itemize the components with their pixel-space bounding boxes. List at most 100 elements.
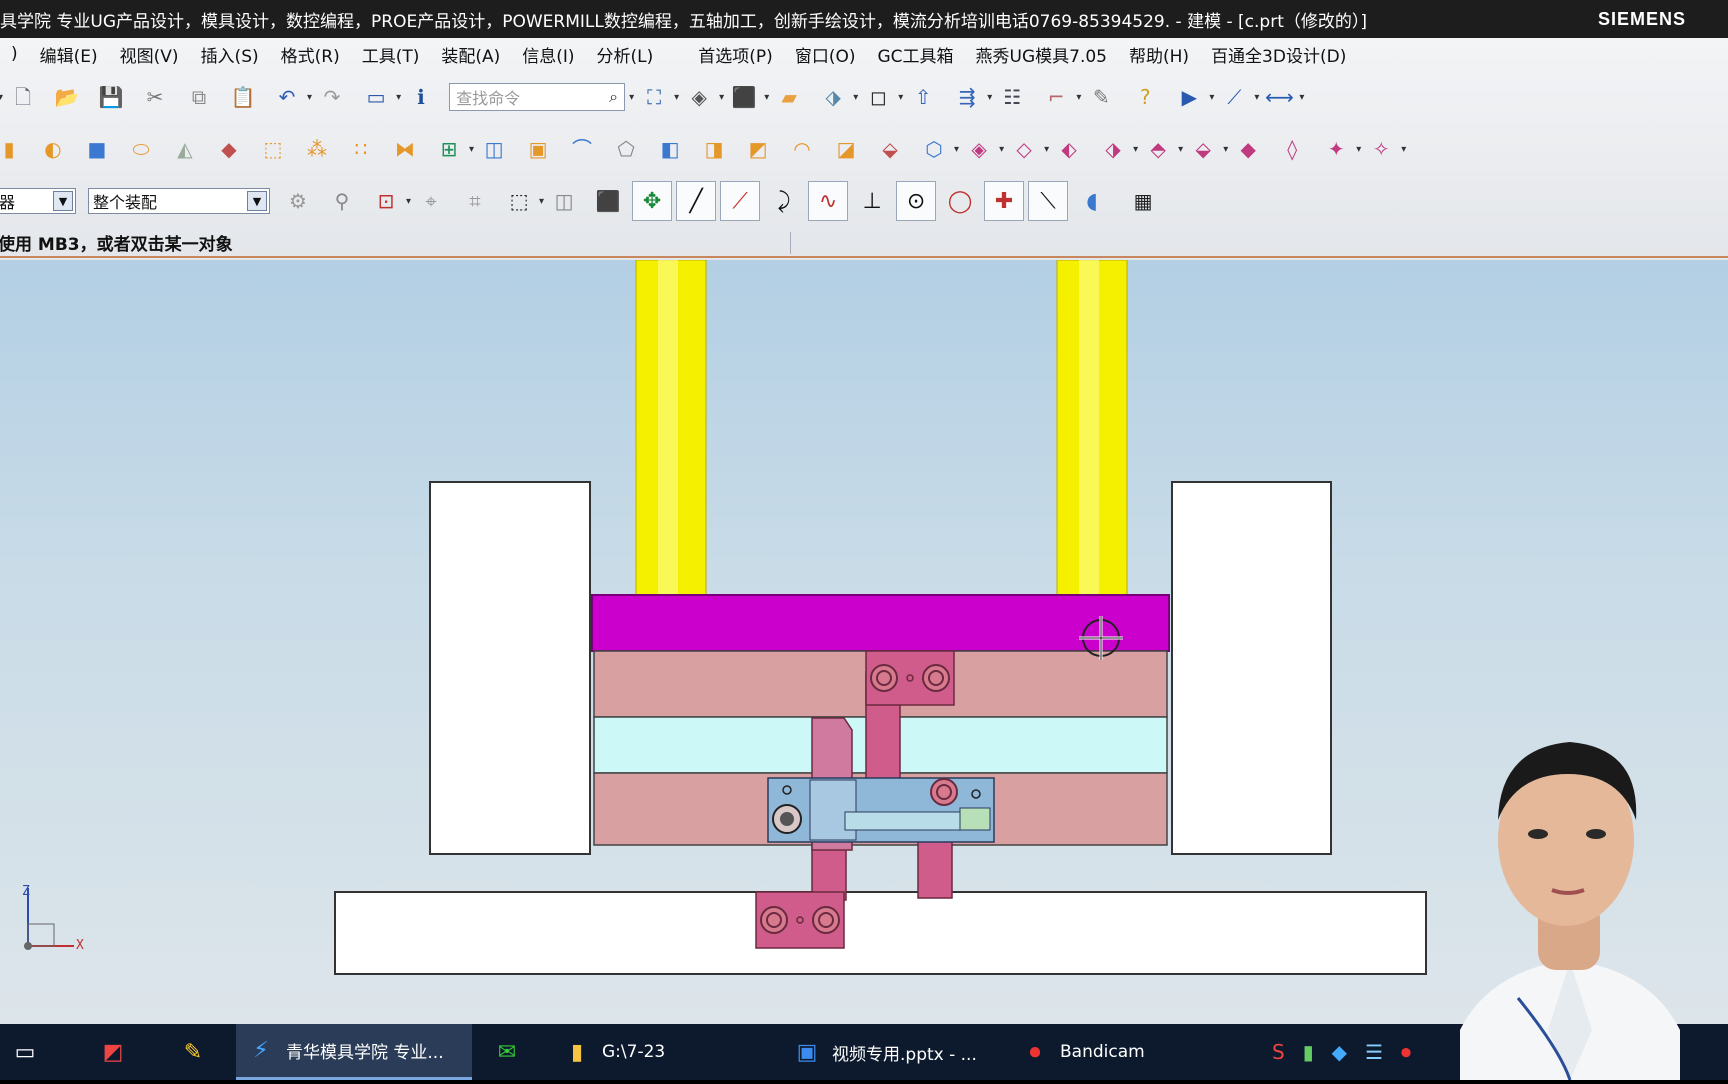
mold-insert-icon[interactable]: ⬗ bbox=[1098, 134, 1128, 164]
taskbar-folder[interactable]: ▮ G:\7-23 bbox=[552, 1024, 782, 1080]
mold-base-icon[interactable]: ⬘ bbox=[1143, 134, 1173, 164]
caret-icon[interactable]: ▾ bbox=[0, 92, 3, 103]
mold-ejector-icon[interactable]: ⬙ bbox=[1188, 134, 1218, 164]
menu-format[interactable]: 格式(R) bbox=[270, 42, 351, 67]
chevron-down-icon[interactable]: ▼ bbox=[53, 191, 73, 211]
mold-cooling-icon[interactable]: ◆ bbox=[1233, 134, 1263, 164]
mold-part-icon[interactable]: ◇ bbox=[1009, 134, 1039, 164]
mold-dropdown-1-icon[interactable]: ▾ bbox=[999, 144, 1004, 155]
sogou-icon[interactable]: S bbox=[1272, 1040, 1285, 1064]
orient-dropdown-icon[interactable]: ▾ bbox=[719, 92, 724, 103]
taskbar-wechat[interactable]: ✉ bbox=[482, 1024, 542, 1080]
mold-slider-icon[interactable]: ⬖ bbox=[1054, 134, 1084, 164]
undo-icon[interactable]: ↶ bbox=[272, 82, 302, 112]
mold-dropdown-2-icon[interactable]: ▾ bbox=[1044, 144, 1049, 155]
snap-line-button[interactable]: ╱ bbox=[676, 181, 717, 221]
shaded-view-icon[interactable]: ⬛ bbox=[593, 186, 623, 216]
rectangle-select-icon[interactable]: ⬚ bbox=[504, 186, 534, 216]
mold-misc-icon[interactable]: ✧ bbox=[1366, 134, 1396, 164]
assembly-filter-icon[interactable]: ⚙ bbox=[283, 186, 313, 216]
snap-endpoint-button[interactable]: ✥ bbox=[632, 181, 673, 221]
cylinder-icon[interactable]: ⬭ bbox=[126, 134, 156, 164]
shell-icon[interactable]: ▣ bbox=[523, 134, 553, 164]
menu-preferences[interactable]: 首选项(P) bbox=[687, 42, 784, 67]
datum-dropdown-icon[interactable]: ▾ bbox=[469, 144, 474, 155]
mirror-feature-icon[interactable]: ⧓ bbox=[390, 134, 420, 164]
rectangle-dropdown-icon[interactable]: ▾ bbox=[539, 196, 544, 207]
info-icon[interactable]: ℹ bbox=[406, 82, 436, 112]
snap-midpoint-button[interactable]: ⟋ bbox=[720, 181, 761, 221]
measure-angle-icon[interactable]: ⟋ bbox=[1219, 82, 1249, 112]
cut-icon[interactable]: ✂ bbox=[140, 82, 170, 112]
shaded-cube-icon[interactable]: ⬛ bbox=[729, 82, 759, 112]
taskbar-nx-window[interactable]: ⚡ 青华模具学院 专业... bbox=[236, 1024, 472, 1080]
orient-view-icon[interactable]: ◈ bbox=[684, 82, 714, 112]
chamfer-icon[interactable]: ⬠ bbox=[611, 134, 641, 164]
revolve-icon[interactable]: ◐ bbox=[38, 134, 68, 164]
grid-icon[interactable]: ▦ bbox=[1128, 186, 1158, 216]
section-dropdown-icon[interactable]: ▾ bbox=[853, 92, 858, 103]
wrench-icon[interactable]: ✎ bbox=[1086, 82, 1116, 112]
move-component-icon[interactable]: ⇧ bbox=[908, 82, 938, 112]
menu-file[interactable]: ) bbox=[0, 44, 29, 64]
mold-wizard-icon[interactable]: ◈ bbox=[964, 134, 994, 164]
start-application-icon[interactable]: ▭ bbox=[361, 82, 391, 112]
color-swatch-icon[interactable]: ◻ bbox=[863, 82, 893, 112]
datum-plane-icon[interactable]: ⊞ bbox=[434, 134, 464, 164]
taskbar-powerpoint[interactable]: ▣ 视频专用.pptx - ... bbox=[782, 1024, 1002, 1080]
show-desktop-button[interactable]: ▭ bbox=[0, 1024, 60, 1080]
fit-dropdown-icon[interactable]: ▾ bbox=[674, 92, 679, 103]
constraint-dropdown-icon[interactable]: ▾ bbox=[987, 92, 992, 103]
fit-view-icon[interactable]: ⛶ bbox=[639, 82, 669, 112]
play-icon[interactable]: ▶ bbox=[1174, 82, 1204, 112]
menu-view[interactable]: 视图(V) bbox=[109, 42, 190, 67]
mold-dropdown-7-icon[interactable]: ▾ bbox=[1401, 144, 1406, 155]
surface-dropdown-icon[interactable]: ▾ bbox=[954, 144, 959, 155]
copy-icon[interactable]: ⧉ bbox=[184, 82, 214, 112]
snap-center-button[interactable]: ⊙ bbox=[896, 181, 937, 221]
snap-on-curve-button[interactable]: ⟍ bbox=[1028, 181, 1069, 221]
snap-perpendicular-button[interactable]: ⊥ bbox=[852, 181, 892, 221]
wcs-dropdown-icon[interactable]: ▾ bbox=[1076, 92, 1081, 103]
taskbar-app-2[interactable]: ✎ bbox=[168, 1024, 228, 1080]
taskbar-bandicam[interactable]: ⏺ Bandicam bbox=[1010, 1024, 1210, 1080]
command-finder-input[interactable]: 查找命令 ⌕ bbox=[449, 83, 626, 111]
assembly-constraint-icon[interactable]: ⇶ bbox=[952, 82, 982, 112]
trim-body-icon[interactable]: ◩ bbox=[743, 134, 773, 164]
menu-window[interactable]: 窗口(O) bbox=[784, 42, 867, 67]
mold-electrode-icon[interactable]: ◊ bbox=[1277, 134, 1307, 164]
swatch-dropdown-icon[interactable]: ▾ bbox=[898, 92, 903, 103]
search-icon[interactable]: ⌕ bbox=[609, 87, 618, 107]
snap-2-icon[interactable]: ⌗ bbox=[460, 186, 490, 216]
menu-baitong-3d[interactable]: 百通全3D设计(D) bbox=[1200, 42, 1357, 67]
face-curve-icon[interactable]: ◠ bbox=[787, 134, 817, 164]
undo-dropdown-icon[interactable]: ▾ bbox=[307, 92, 312, 103]
chevron-down-icon[interactable]: ▼ bbox=[247, 191, 267, 211]
selection-scope-select[interactable]: 整个装配 ▼ bbox=[88, 188, 270, 214]
view-cube-icon[interactable]: ◫ bbox=[549, 186, 579, 216]
extrude-icon[interactable]: ▮ bbox=[0, 134, 24, 164]
sew-icon[interactable]: ⬙ bbox=[875, 134, 905, 164]
type-filter-select[interactable]: 器 ▼ bbox=[0, 188, 76, 214]
mold-dropdown-5-icon[interactable]: ▾ bbox=[1223, 144, 1228, 155]
draft-icon[interactable]: ◧ bbox=[655, 134, 685, 164]
select-dropdown-icon[interactable]: ▾ bbox=[406, 196, 411, 207]
array-icon[interactable]: ∷ bbox=[346, 134, 376, 164]
open-folder-icon[interactable]: 📂 bbox=[52, 82, 82, 112]
mold-dropdown-3-icon[interactable]: ▾ bbox=[1133, 144, 1138, 155]
snap-curve-button[interactable]: ⤸ bbox=[764, 181, 804, 221]
mold-dropdown-4-icon[interactable]: ▾ bbox=[1178, 144, 1183, 155]
cone-icon[interactable]: ◭ bbox=[170, 134, 200, 164]
list-icon[interactable]: ☰ bbox=[1365, 1040, 1383, 1064]
mold-tool-icon[interactable]: ✦ bbox=[1321, 134, 1351, 164]
render-dropdown-icon[interactable]: ▾ bbox=[764, 92, 769, 103]
select-feature-icon[interactable]: ⊡ bbox=[371, 186, 401, 216]
offset-face-icon[interactable]: ◪ bbox=[831, 134, 861, 164]
block-icon[interactable]: ■ bbox=[82, 134, 112, 164]
measure-distance-icon[interactable]: ⟷ bbox=[1264, 82, 1294, 112]
menu-insert[interactable]: 插入(S) bbox=[190, 42, 270, 67]
question-icon[interactable]: ? bbox=[1130, 82, 1160, 112]
mold-dropdown-6-icon[interactable]: ▾ bbox=[1356, 144, 1361, 155]
snap-spline-button[interactable]: ∿ bbox=[808, 181, 849, 221]
save-icon[interactable]: 💾 bbox=[96, 82, 126, 112]
